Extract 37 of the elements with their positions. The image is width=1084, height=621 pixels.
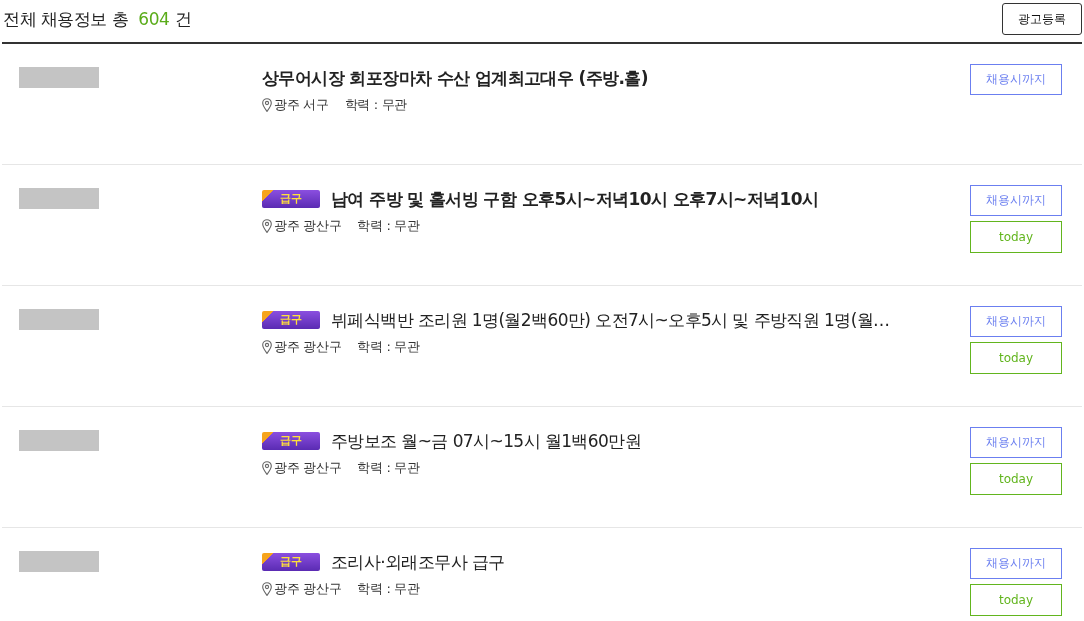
urgent-badge: 급구 [262, 553, 320, 571]
education-text: 학력 : 무관 [357, 338, 420, 356]
job-title-link[interactable]: 상무어시장 회포장마차 수산 업계최고대우 (주방.홀) [262, 66, 648, 90]
job-title-link[interactable]: 주방보조 월~금 07시~15시 월1백60만원 [331, 429, 641, 453]
location-pin-icon [262, 582, 272, 596]
today-tag: today [970, 342, 1062, 374]
count-unit: 건 [175, 7, 192, 31]
urgent-badge: 급구 [262, 190, 320, 208]
location-text: 광주 서구 [274, 96, 329, 114]
job-title-link[interactable]: 뷔페식백반 조리원 1명(월2백60만) 오전7시~오후5시 및 주방직원 1명(월… [331, 308, 890, 332]
today-tag: today [970, 584, 1062, 616]
location-text: 광주 광산구 [274, 580, 342, 598]
today-tag: today [970, 463, 1062, 495]
deadline-tag: 채용시까지 [970, 306, 1062, 337]
header-title: 전체 채용정보 총 [3, 7, 129, 31]
location-pin-icon [262, 98, 272, 112]
today-tag: today [970, 221, 1062, 253]
urgent-badge: 급구 [262, 432, 320, 450]
deadline-tag: 채용시까지 [970, 64, 1062, 95]
deadline-tag: 채용시까지 [970, 427, 1062, 458]
education-text: 학력 : 무관 [344, 96, 408, 114]
job-title-link[interactable]: 남여 주방 및 홀서빙 구함 오후5시~저녁10시 오후7시~저녁10시 [331, 187, 819, 211]
deadline-tag: 채용시까지 [970, 185, 1062, 216]
job-count: 604 [138, 8, 170, 29]
post-ad-button[interactable]: 광고등록 [1002, 3, 1082, 35]
location-text: 광주 광산구 [274, 217, 342, 235]
education-text: 학력 : 무관 [357, 217, 420, 235]
deadline-tag: 채용시까지 [970, 548, 1062, 579]
location-text: 광주 광산구 [274, 338, 342, 356]
education-text: 학력 : 무관 [357, 580, 420, 598]
urgent-badge: 급구 [262, 311, 320, 329]
location-pin-icon [262, 340, 272, 354]
job-title-link[interactable]: 조리사·외래조무사 급구 [331, 550, 505, 574]
location-pin-icon [262, 219, 272, 233]
location-pin-icon [262, 461, 272, 475]
education-text: 학력 : 무관 [357, 459, 420, 477]
location-text: 광주 광산구 [274, 459, 342, 477]
